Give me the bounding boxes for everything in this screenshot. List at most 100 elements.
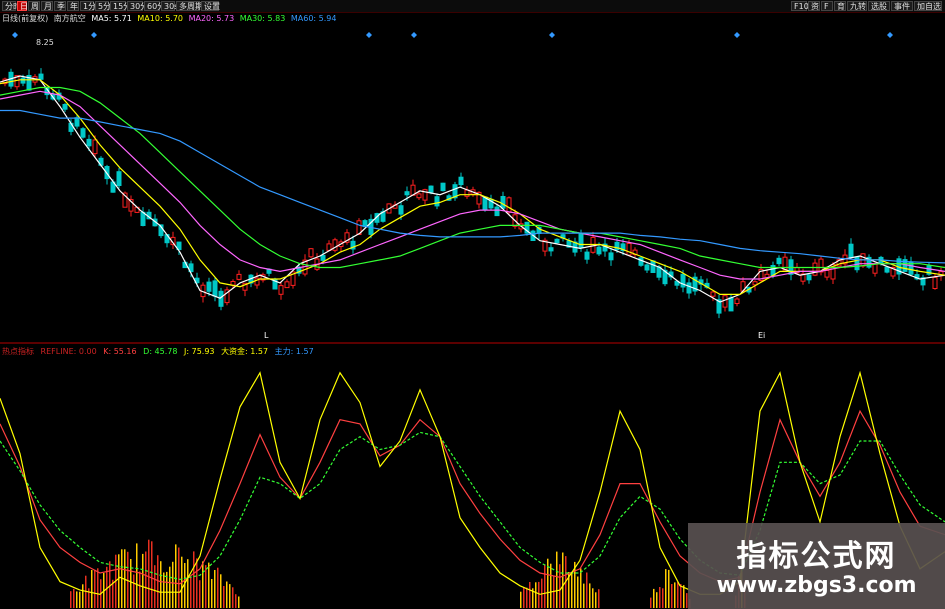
- signal-diamond: [734, 32, 740, 38]
- candle-body: [884, 266, 890, 273]
- indicator-bar: [154, 565, 156, 608]
- indicator-bar: [677, 582, 679, 608]
- candle-body: [686, 282, 692, 294]
- indicator-bar: [571, 572, 573, 608]
- candle-body: [278, 285, 284, 295]
- indicator-bar: [157, 555, 159, 608]
- indicator-bar: [187, 559, 189, 608]
- indicator-bar: [160, 561, 162, 608]
- watermark-title: 指标公式网: [736, 539, 897, 574]
- indicator-bar: [520, 591, 522, 608]
- j-label: J: 75.93: [184, 347, 215, 356]
- indicator-bar: [148, 539, 150, 608]
- period-toolbar: 分时日周月季年 1分 5分 15分 30分 60分 30s 多周期 设置 F10 资 F 育九转 选股 事件…: [0, 0, 945, 13]
- tool-button-1[interactable]: 资: [808, 1, 820, 11]
- indicator-bar: [109, 561, 111, 608]
- period-button-11[interactable]: 30s: [161, 1, 178, 11]
- period-button-4[interactable]: 季: [54, 1, 66, 11]
- candle-body: [440, 182, 446, 192]
- period-button-2[interactable]: 周: [28, 1, 40, 11]
- candle-body: [848, 243, 854, 258]
- tool-button-5[interactable]: 选股: [868, 1, 890, 11]
- period-button-6[interactable]: 1分: [80, 1, 96, 11]
- indicator-bar: [196, 558, 198, 608]
- indicator-bar: [656, 592, 658, 608]
- candle-body: [854, 256, 860, 271]
- candle-body: [506, 197, 512, 213]
- indicator-bar: [589, 583, 591, 608]
- indicator-bar: [133, 574, 135, 608]
- indicator-bar: [172, 561, 174, 608]
- indicator-bar: [653, 588, 655, 608]
- indicator-bar: [220, 574, 222, 608]
- indicator-bar: [662, 588, 664, 608]
- candle-body: [416, 193, 422, 199]
- period-button-10[interactable]: 60分: [144, 1, 165, 11]
- marker-l: L: [264, 331, 269, 340]
- candle-body: [116, 171, 122, 186]
- indicator-bar: [671, 584, 673, 608]
- indicator-bar: [79, 591, 81, 608]
- candle-body: [734, 298, 740, 304]
- ma5-label: MA5: 5.71: [91, 14, 132, 23]
- candle-body: [650, 260, 656, 273]
- period-button-8[interactable]: 15分: [110, 1, 131, 11]
- signal-diamond: [12, 32, 18, 38]
- period-button-13[interactable]: 设置: [201, 1, 220, 11]
- period-button-9[interactable]: 30分: [127, 1, 148, 11]
- indicator-bar: [535, 582, 537, 608]
- marker-ei: Ei: [758, 331, 766, 340]
- indicator-bar: [199, 580, 201, 608]
- signal-markers: [12, 32, 893, 38]
- main-force-label: 主力: 1.57: [274, 347, 314, 356]
- candle-body: [320, 254, 326, 261]
- candle-body: [20, 77, 26, 84]
- candlesticks: [2, 68, 944, 319]
- tool-button-0[interactable]: F10: [791, 1, 809, 11]
- tool-button-7[interactable]: 加自选: [914, 1, 942, 11]
- candle-body: [86, 138, 92, 147]
- tool-button-3[interactable]: 育: [834, 1, 846, 11]
- indicator-bar: [94, 569, 96, 608]
- indicator-bar: [232, 587, 234, 608]
- candle-body: [92, 139, 98, 155]
- candle-body: [554, 238, 560, 244]
- candle-body: [404, 191, 410, 196]
- period-button-12[interactable]: 多周期: [176, 1, 203, 11]
- indicator-bar: [229, 584, 231, 608]
- indicator-bar: [82, 584, 84, 608]
- candle-body: [500, 196, 506, 209]
- period-button-0[interactable]: 分时: [2, 1, 21, 11]
- k-label: K: 55.16: [103, 347, 137, 356]
- indicator-bar: [130, 559, 132, 608]
- indicator-name: 热点指标: [2, 347, 34, 356]
- ma60-label: MA60: 5.94: [290, 14, 337, 23]
- indicator-bars: [70, 539, 746, 608]
- candle-body: [548, 247, 554, 252]
- indicator-bar: [650, 597, 652, 608]
- indicator-bar: [166, 571, 168, 608]
- ma30-label: MA30: 5.83: [239, 14, 286, 23]
- period-button-3[interactable]: 月: [41, 1, 53, 11]
- tool-button-2[interactable]: F: [821, 1, 833, 11]
- price-high-label: 8.25: [36, 38, 54, 47]
- indicator-bar: [163, 572, 165, 608]
- indicator-bar: [544, 564, 546, 608]
- kline-chart[interactable]: [0, 0, 945, 609]
- candle-body: [722, 295, 728, 308]
- tool-button-4[interactable]: 九转: [847, 1, 867, 11]
- period-button-5[interactable]: 年: [67, 1, 79, 11]
- period-button-7[interactable]: 5分: [95, 1, 111, 11]
- indicator-bar: [175, 544, 177, 608]
- stock-name: 南方航空: [53, 14, 86, 23]
- indicator-bar: [193, 551, 195, 608]
- indicator-bar: [238, 596, 240, 608]
- period-button-1[interactable]: 日: [17, 1, 28, 11]
- candle-body: [638, 257, 644, 266]
- indicator-bar: [583, 583, 585, 608]
- candle-body: [74, 117, 80, 127]
- candle-body: [284, 281, 290, 289]
- period-label: 日线(前复权): [2, 14, 49, 23]
- tool-button-6[interactable]: 事件: [891, 1, 913, 11]
- indicator-bar: [169, 566, 171, 608]
